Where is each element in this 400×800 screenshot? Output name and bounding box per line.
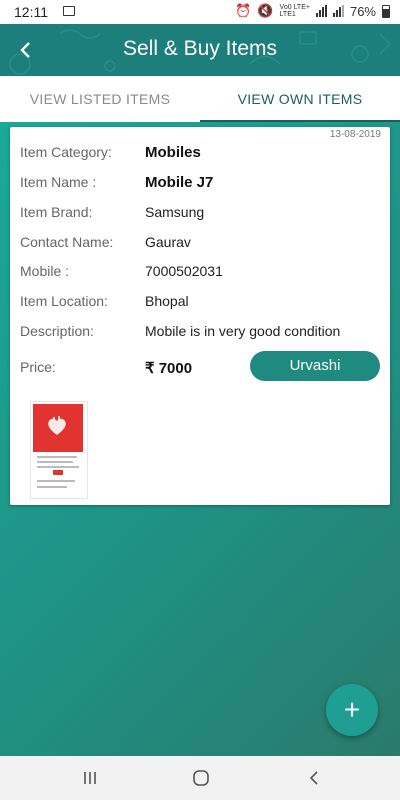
status-time: 12:11: [14, 4, 48, 20]
field-row-contact: Contact Name: Gaurav: [20, 234, 380, 256]
field-label: Item Location:: [20, 293, 108, 309]
price-value: ₹ 7000: [145, 360, 193, 377]
field-value: Mobiles: [145, 144, 201, 161]
status-bar: 12:11 ⏰ 🔇 Vo0 LTE+ LTE1 76%: [0, 0, 400, 24]
tab-view-listed-items[interactable]: VIEW LISTED ITEMS: [0, 76, 200, 122]
item-image[interactable]: [30, 401, 88, 499]
signal-2-icon: [332, 5, 344, 17]
battery-percent: 76%: [349, 3, 376, 19]
status-icons: ⏰ 🔇 Vo0 LTE+ LTE1 76%: [235, 3, 390, 19]
field-label: Mobile :: [20, 263, 70, 279]
field-row-description: Description: Mobile is in very good cond…: [20, 323, 380, 345]
page-title: Sell & Buy Items: [122, 37, 278, 60]
mute-icon: 🔇: [257, 3, 274, 18]
tab-view-own-items[interactable]: VIEW OWN ITEMS: [200, 76, 400, 122]
field-value: Bhopal: [145, 293, 189, 309]
field-row-category: Item Category: Mobiles: [20, 144, 380, 166]
field-row-brand: Item Brand: Samsung: [20, 204, 380, 226]
signal-icon: [315, 5, 327, 17]
field-row-location: Item Location: Bhopal: [20, 293, 380, 315]
field-label: Contact Name:: [20, 234, 114, 250]
image-logo-mark: [53, 470, 63, 475]
gallery-icon: [63, 6, 75, 16]
plus-icon: +: [343, 694, 361, 725]
app-bar: Sell & Buy Items: [0, 24, 400, 76]
field-value: Samsung: [145, 204, 205, 220]
item-card[interactable]: 13-08-2019 Item Category: Mobiles Item N…: [10, 127, 390, 505]
field-value: 7000502031: [145, 263, 223, 279]
recents-icon[interactable]: [70, 764, 110, 792]
field-row-name: Item Name : Mobile J7: [20, 174, 380, 196]
network-label: Vo0 LTE+ LTE1: [279, 4, 310, 18]
add-item-button[interactable]: +: [326, 684, 378, 736]
field-label: Item Category:: [20, 144, 112, 160]
anatomical-heart-icon: [48, 416, 66, 435]
field-value: Mobile is in very good condition: [145, 323, 341, 339]
system-nav-bar: [0, 756, 400, 800]
back-nav-icon[interactable]: [294, 764, 334, 792]
field-value: Gaurav: [145, 234, 191, 250]
battery-icon: [382, 4, 390, 18]
field-label: Description:: [20, 323, 94, 339]
home-icon[interactable]: [181, 764, 221, 792]
alarm-icon: ⏰: [235, 3, 252, 18]
item-date: 13-08-2019: [329, 129, 381, 140]
field-row-mobile: Mobile : 7000502031: [20, 263, 380, 285]
field-label: Item Name :: [20, 174, 97, 190]
field-label: Price:: [20, 359, 56, 375]
field-value: Mobile J7: [145, 174, 214, 191]
buyer-button[interactable]: Urvashi: [250, 351, 380, 381]
tab-bar: VIEW LISTED ITEMS VIEW OWN ITEMS: [0, 76, 400, 123]
field-label: Item Brand:: [20, 204, 93, 220]
